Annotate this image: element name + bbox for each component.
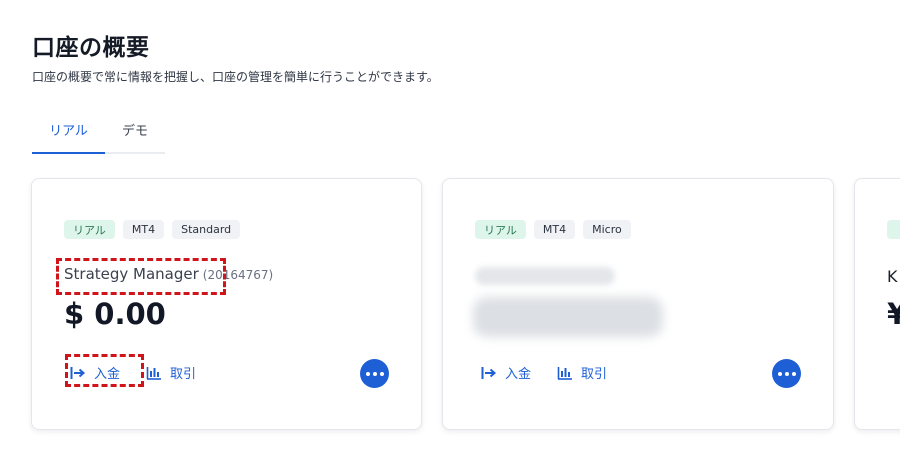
blurred-account-balance <box>473 297 663 337</box>
tag-platform: MT4 <box>122 220 165 239</box>
account-tags: リアル MT4 Micro <box>475 220 631 239</box>
deposit-label: 入金 <box>94 367 121 382</box>
more-options-button[interactable] <box>772 359 801 388</box>
account-card: リアル MT4 Micro 入金 取引 <box>442 178 834 430</box>
tag-account-type <box>887 220 900 239</box>
account-name-line: Strategy Manager (20164767) <box>64 265 273 283</box>
account-card-partial: K ¥ <box>854 178 900 430</box>
account-tags: リアル MT4 Standard <box>64 220 241 239</box>
chart-icon <box>146 366 162 380</box>
account-balance: $ 0.00 <box>64 297 166 331</box>
trade-label: 取引 <box>581 367 608 382</box>
tag-account-class: Standard <box>172 220 241 239</box>
more-options-button[interactable] <box>360 359 389 388</box>
account-balance: ¥ <box>887 297 900 331</box>
account-type-tabs: リアル デモ <box>32 106 165 154</box>
account-name: Strategy Manager <box>64 265 199 283</box>
tab-real[interactable]: リアル <box>32 106 105 154</box>
deposit-button[interactable]: 入金 <box>70 363 120 382</box>
trade-button[interactable]: 取引 <box>557 363 607 382</box>
account-actions: 入金 取引 <box>70 363 196 382</box>
tab-demo[interactable]: デモ <box>105 106 165 152</box>
tag-account-type: リアル <box>64 220 115 239</box>
tag-platform: MT4 <box>533 220 576 239</box>
tag-account-type: リアル <box>475 220 526 239</box>
deposit-button[interactable]: 入金 <box>481 363 531 382</box>
account-name: K <box>887 267 898 286</box>
tag-account-class: Micro <box>583 220 631 239</box>
page-title: 口座の概要 <box>32 35 150 61</box>
deposit-arrow-icon <box>70 366 86 380</box>
deposit-label: 入金 <box>505 367 532 382</box>
account-number: (20164767) <box>202 268 274 282</box>
chart-icon <box>557 366 573 380</box>
more-dots-icon <box>365 371 370 376</box>
blurred-account-name <box>475 267 615 285</box>
page-header: 口座の概要 口座の概要で常に情報を把握し、口座の管理を簡単に行うことができます。 <box>32 28 439 85</box>
account-actions: 入金 取引 <box>481 363 607 382</box>
trade-label: 取引 <box>170 367 197 382</box>
account-card: リアル MT4 Standard Strategy Manager (20164… <box>31 178 422 430</box>
deposit-arrow-icon <box>481 366 497 380</box>
page-subtitle: 口座の概要で常に情報を把握し、口座の管理を簡単に行うことができます。 <box>32 70 439 84</box>
more-dots-icon <box>777 371 782 376</box>
trade-button[interactable]: 取引 <box>146 363 196 382</box>
